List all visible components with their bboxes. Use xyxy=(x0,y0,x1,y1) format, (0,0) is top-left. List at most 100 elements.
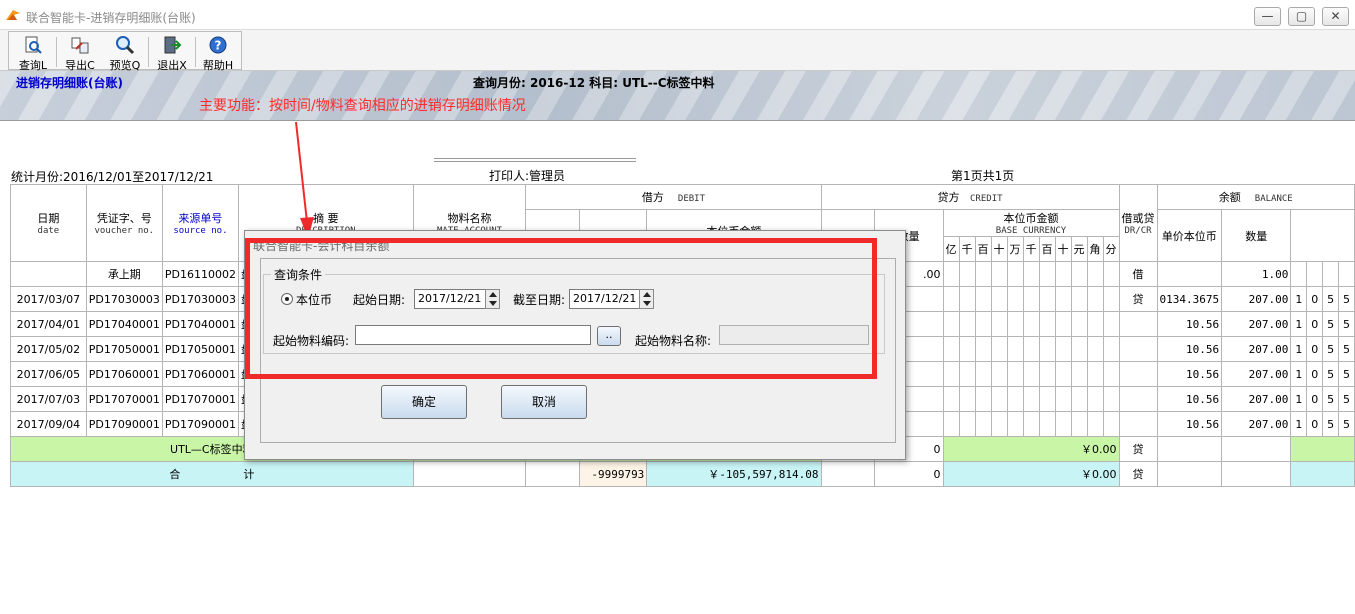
toolbar-group: 查询L 导出C 预览Q 退出X ? 帮助H xyxy=(8,31,242,72)
maximize-button[interactable]: ▢ xyxy=(1288,7,1315,26)
row-balance-digit: 5 xyxy=(1338,361,1355,387)
row-credit-digit xyxy=(990,261,1008,287)
app-icon xyxy=(6,10,20,20)
printer-text: 打印人:管理员 xyxy=(489,169,566,183)
row-credit-digit xyxy=(958,311,976,337)
row-credit-digit xyxy=(1054,336,1072,362)
row-balance-digit: 0 xyxy=(1306,411,1324,437)
row-voucher: PD17090001 xyxy=(85,411,163,437)
digit-header: 千 xyxy=(1022,236,1040,262)
row-credit-digit xyxy=(1022,361,1040,387)
row-credit-digit xyxy=(990,336,1008,362)
row-balance-unit: 10.56 xyxy=(1156,361,1223,387)
row-balance-qty: 207.00 xyxy=(1221,336,1292,362)
digit-header: 十 xyxy=(1054,236,1072,262)
row-credit-digit xyxy=(1038,286,1056,312)
row-balance-qty: 207.00 xyxy=(1221,286,1292,312)
balance-qty-header: 数量 xyxy=(1221,209,1292,262)
row-credit-digit xyxy=(1038,311,1056,337)
row-voucher: PD17060001 xyxy=(85,361,163,387)
row-credit-digit xyxy=(1038,411,1056,437)
row-credit-digit xyxy=(1086,386,1104,412)
digit-header: 角 xyxy=(1086,236,1104,262)
help-button[interactable]: ? 帮助H xyxy=(195,34,241,72)
row-drcr xyxy=(1118,386,1158,412)
row-voucher: PD17030003 xyxy=(85,286,163,312)
row-credit-digit xyxy=(942,336,960,362)
cancel-button[interactable]: 取消 xyxy=(501,385,587,419)
period-text: 统计月份:2016/12/01至2017/12/21 xyxy=(11,170,214,184)
row-date xyxy=(10,261,87,287)
query-button[interactable]: 查询L xyxy=(10,34,56,72)
total-credit-qty: 0 xyxy=(873,461,944,487)
row-credit-digit xyxy=(1038,336,1056,362)
row-balance-digit: 5 xyxy=(1338,336,1355,362)
total-debit-amount: ￥-105,597,814.08 xyxy=(646,461,822,487)
row-date: 2017/04/01 xyxy=(10,311,87,337)
row-voucher: 承上期 xyxy=(85,261,163,287)
ok-button[interactable]: 确定 xyxy=(381,385,467,419)
row-credit-digit xyxy=(1102,286,1120,312)
row-date: 2017/05/02 xyxy=(10,336,87,362)
total-row: 合 计 -9999793 ￥-105,597,814.08 0 ￥0.00 贷 xyxy=(10,461,1355,487)
row-credit-digit xyxy=(1022,311,1040,337)
row-credit-digit xyxy=(1054,261,1072,287)
total-label: 合 计 xyxy=(10,461,414,487)
row-balance-unit: 10.56 xyxy=(1156,411,1223,437)
row-balance-digit xyxy=(1338,261,1355,287)
row-credit-digit xyxy=(974,311,992,337)
maximize-icon: ▢ xyxy=(1295,9,1308,23)
row-credit-digit xyxy=(1070,311,1088,337)
svg-text:?: ? xyxy=(215,39,222,53)
balance-amount-header xyxy=(1290,209,1355,262)
subtotal-drcr: 贷 xyxy=(1118,436,1158,462)
query-summary: 查询月份: 2016-12 科目: UTL--C标签中料 xyxy=(473,76,715,90)
row-credit-digit xyxy=(1006,411,1024,437)
row-drcr xyxy=(1118,361,1158,387)
row-credit-digit xyxy=(990,386,1008,412)
date-header: 日期 date xyxy=(10,184,87,262)
row-source: PD17060001 xyxy=(161,361,239,387)
row-credit-digit xyxy=(1102,361,1120,387)
total-drcr: 贷 xyxy=(1118,461,1158,487)
row-balance-digit: 0 xyxy=(1306,286,1324,312)
row-drcr xyxy=(1118,411,1158,437)
row-credit-digit xyxy=(1022,286,1040,312)
row-credit-digit xyxy=(1086,261,1104,287)
export-button[interactable]: 导出C xyxy=(57,34,103,72)
row-balance-digit: 0 xyxy=(1306,336,1324,362)
row-credit-digit xyxy=(990,361,1008,387)
row-credit-digit xyxy=(942,361,960,387)
row-credit-digit xyxy=(974,361,992,387)
balance-header: 余额 BALANCE xyxy=(1156,184,1355,210)
source-header: 来源单号 source no. xyxy=(161,184,239,262)
row-credit-digit xyxy=(1054,311,1072,337)
row-balance-digit: 5 xyxy=(1322,386,1340,412)
row-credit-digit xyxy=(942,311,960,337)
toolbar: 查询L 导出C 预览Q 退出X ? 帮助H xyxy=(0,30,1355,72)
row-credit-digit xyxy=(974,336,992,362)
row-credit-digit xyxy=(1102,386,1120,412)
row-credit-digit xyxy=(1070,286,1088,312)
digit-header: 分 xyxy=(1102,236,1120,262)
close-button[interactable]: ✕ xyxy=(1322,7,1349,26)
page-text: 第1页共1页 xyxy=(951,169,1015,183)
row-date: 2017/07/03 xyxy=(10,386,87,412)
report-title: 进销存明细账(台账) xyxy=(16,76,123,90)
preview-icon xyxy=(116,36,135,55)
exit-button[interactable]: 退出X xyxy=(149,34,195,72)
digit-header: 百 xyxy=(1038,236,1056,262)
query-icon xyxy=(25,36,42,54)
row-balance-digit: 5 xyxy=(1322,286,1340,312)
row-credit-digit xyxy=(1022,411,1040,437)
row-credit-digit xyxy=(974,286,992,312)
row-credit-digit xyxy=(1102,311,1120,337)
row-voucher: PD17070001 xyxy=(85,386,163,412)
row-credit-digit xyxy=(958,361,976,387)
row-credit-digit xyxy=(1006,311,1024,337)
row-credit-digit xyxy=(1022,261,1040,287)
preview-button[interactable]: 预览Q xyxy=(102,34,148,72)
row-credit-digit xyxy=(1070,411,1088,437)
row-balance-digit xyxy=(1322,261,1340,287)
minimize-button[interactable]: — xyxy=(1254,7,1281,26)
